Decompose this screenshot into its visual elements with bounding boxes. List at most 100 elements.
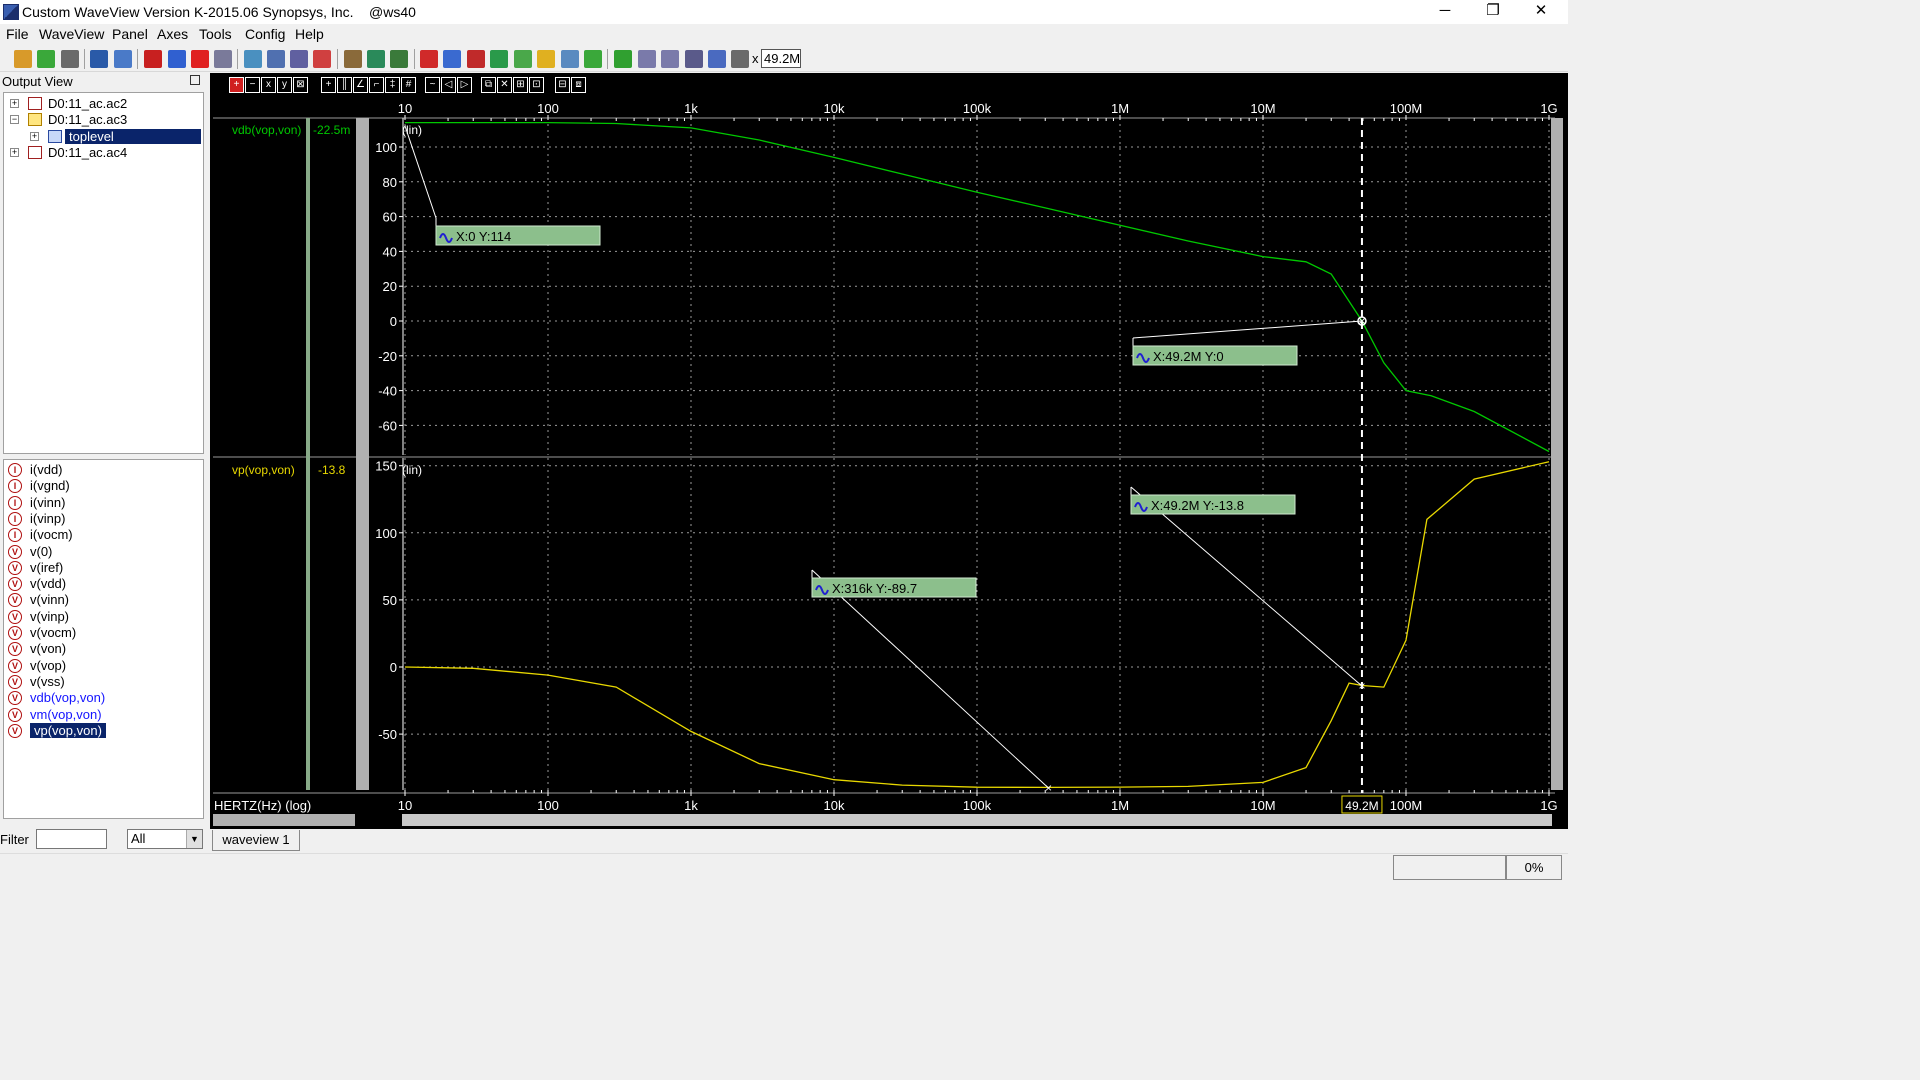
eye-diagram-icon[interactable] <box>537 50 555 68</box>
text-icon[interactable] <box>168 50 186 68</box>
spectrum-icon[interactable] <box>614 50 632 68</box>
menu-tools[interactable]: Tools <box>199 26 232 42</box>
close-button[interactable]: ✕ <box>1518 0 1564 24</box>
x-value-input[interactable]: 49.2M <box>761 49 801 68</box>
signal-item[interactable]: Ii(vgnd) <box>6 478 202 494</box>
status-bar <box>0 853 1568 882</box>
zoom-icon[interactable] <box>244 50 262 68</box>
signal-item[interactable]: Vv(iref) <box>6 560 202 576</box>
wave-icon[interactable]: ~ <box>425 77 440 93</box>
zoom-out-icon[interactable]: − <box>245 77 260 93</box>
signal-label: i(vocm) <box>30 527 73 543</box>
signal-item[interactable]: Vv(von) <box>6 641 202 657</box>
zoom-fit-icon[interactable]: ⊠ <box>293 77 308 93</box>
tab-waveview-1[interactable]: waveview 1 <box>212 830 300 851</box>
save-icon[interactable] <box>90 50 108 68</box>
menu-panel[interactable]: Panel <box>112 26 148 42</box>
signal-item[interactable]: Ii(vinp) <box>6 511 202 527</box>
compare-icon[interactable] <box>638 50 656 68</box>
signal-item[interactable]: Vv(0) <box>6 544 202 560</box>
menu-axes[interactable]: Axes <box>157 26 188 42</box>
target-icon[interactable] <box>467 50 485 68</box>
print-icon[interactable] <box>61 50 79 68</box>
tree-item-ac3[interactable]: − D0:11_ac.ac3 <box>4 112 200 128</box>
copy-icon[interactable] <box>214 50 232 68</box>
signal-label: vdb(vop,von) <box>30 690 106 706</box>
delete-panel-icon[interactable]: ✕ <box>497 77 512 93</box>
tree-item-ac2[interactable]: + D0:11_ac.ac2 <box>4 96 200 112</box>
signal-item[interactable]: Vv(vdd) <box>6 576 202 592</box>
signal-item[interactable]: Vvm(vop,von) <box>6 707 202 723</box>
marker-icon[interactable]: ⌐ <box>369 77 384 93</box>
signal-item[interactable]: Vvdb(vop,von) <box>6 690 202 706</box>
zoom-x-icon[interactable]: x <box>261 77 276 93</box>
menu-help[interactable]: Help <box>295 26 324 42</box>
undock-icon[interactable] <box>190 75 200 85</box>
filter-input[interactable] <box>36 829 107 849</box>
tree-item-toplevel[interactable]: + toplevel <box>4 129 201 145</box>
grid-icon[interactable] <box>390 50 408 68</box>
calculator-icon[interactable] <box>313 50 331 68</box>
measure-icon[interactable]: ∠ <box>353 77 368 93</box>
waveform-icon[interactable] <box>144 50 162 68</box>
settings-icon[interactable] <box>344 50 362 68</box>
layout-icon[interactable]: ⊡ <box>529 77 544 93</box>
ruler-icon[interactable]: ║ <box>337 77 352 93</box>
zoom-y-icon[interactable]: y <box>277 77 292 93</box>
signal-item[interactable]: Vv(vinp) <box>6 609 202 625</box>
collapse-icon[interactable]: − <box>10 115 19 124</box>
output-view-title: Output View <box>2 74 73 89</box>
fit-icon[interactable] <box>685 50 703 68</box>
signal-item[interactable]: Vv(vss) <box>6 674 202 690</box>
expand-icon[interactable]: + <box>10 148 19 157</box>
menu-file[interactable]: File <box>6 26 29 42</box>
expression-icon[interactable] <box>708 50 726 68</box>
globe-icon[interactable] <box>443 50 461 68</box>
signal-item[interactable]: Vv(vocm) <box>6 625 202 641</box>
delete-icon[interactable] <box>191 50 209 68</box>
cursor-icon[interactable]: + <box>321 77 336 93</box>
minimize-button[interactable]: ─ <box>1422 0 1468 24</box>
save-session-icon[interactable] <box>114 50 132 68</box>
expand-icon[interactable]: + <box>30 132 39 141</box>
signal-item[interactable]: Ii(vdd) <box>6 462 202 478</box>
bar-chart-icon[interactable] <box>584 50 602 68</box>
stack-icon[interactable]: ⧉ <box>481 77 496 93</box>
waveform-panel[interactable] <box>210 73 1568 829</box>
overlay-panel-icon[interactable]: ⧈ <box>571 77 586 93</box>
split-icon[interactable]: ⊞ <box>513 77 528 93</box>
toolbar-separator <box>414 49 415 69</box>
signal-item[interactable]: Vv(vop) <box>6 658 202 674</box>
signal-item[interactable]: Vvp(vop,von) <box>6 722 202 739</box>
pointer-icon[interactable] <box>267 50 285 68</box>
grid-toggle-icon[interactable]: # <box>401 77 416 93</box>
current-signal-icon: I <box>8 479 22 494</box>
menu-waveview[interactable]: WaveView <box>39 26 104 42</box>
delta-icon[interactable]: ‡ <box>385 77 400 93</box>
load-icon[interactable] <box>37 50 55 68</box>
zoom-in-icon[interactable]: + <box>229 77 244 93</box>
measure-icon[interactable] <box>290 50 308 68</box>
fft-icon[interactable] <box>490 50 508 68</box>
maximize-button[interactable]: ❐ <box>1470 0 1516 24</box>
chart-icon[interactable] <box>367 50 385 68</box>
dropdown-arrow-icon[interactable]: ▼ <box>186 830 202 848</box>
table-icon[interactable] <box>561 50 579 68</box>
expand-icon[interactable]: + <box>10 99 19 108</box>
signal-item[interactable]: Vv(vinn) <box>6 592 202 608</box>
tree-item-ac4[interactable]: + D0:11_ac.ac4 <box>4 145 200 161</box>
prev-icon[interactable]: ◁ <box>441 77 456 93</box>
line-plot-icon[interactable] <box>420 50 438 68</box>
histogram-icon[interactable] <box>514 50 532 68</box>
signal-item[interactable]: Ii(vocm) <box>6 527 202 543</box>
axis-icon[interactable] <box>731 50 749 68</box>
window-title: Custom WaveView Version K-2015.06 Synops… <box>22 4 416 20</box>
overlay-icon[interactable] <box>661 50 679 68</box>
menu-config[interactable]: Config <box>245 26 285 42</box>
signal-item[interactable]: Ii(vinn) <box>6 495 202 511</box>
open-icon[interactable] <box>14 50 32 68</box>
export-icon[interactable]: ⊟ <box>555 77 570 93</box>
next-icon[interactable]: ▷ <box>457 77 472 93</box>
filter-select[interactable]: All ▼ <box>127 829 203 849</box>
toolbar-separator <box>237 49 238 69</box>
